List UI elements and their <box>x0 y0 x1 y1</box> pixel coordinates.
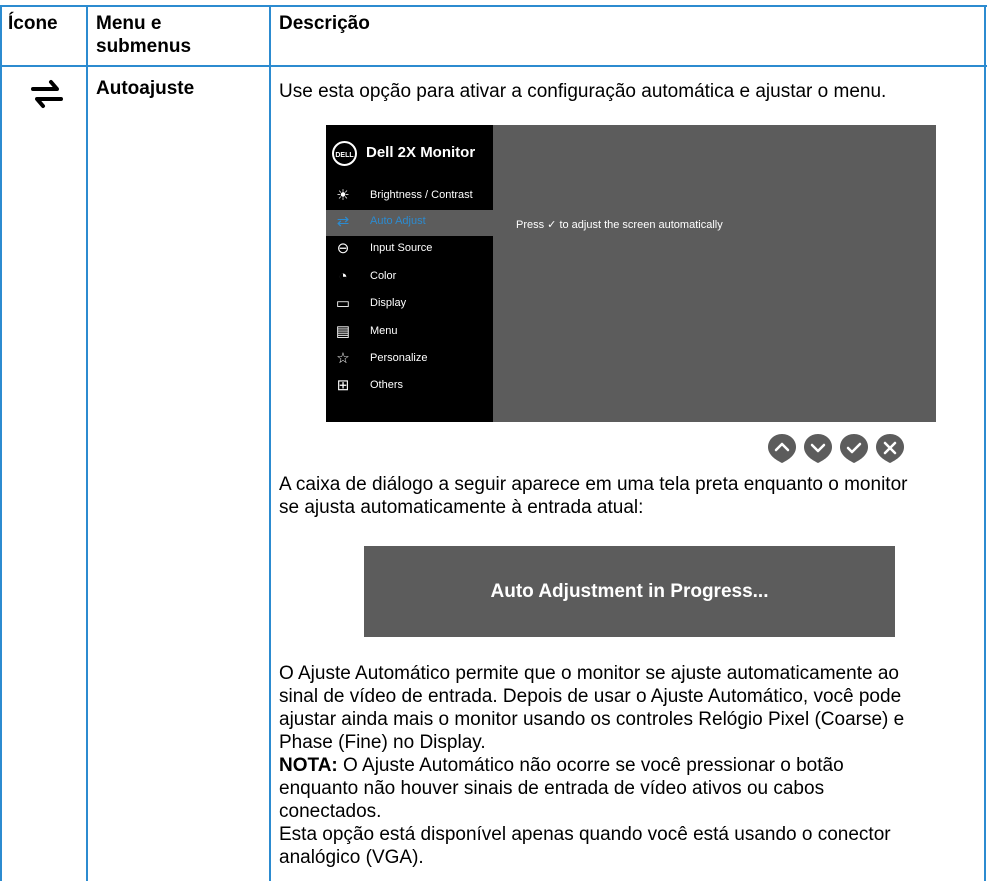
down-button-icon[interactable] <box>802 432 834 464</box>
paragraph-line: sinal de vídeo de entrada. Depois de usa… <box>279 686 902 707</box>
osd-item-label: Menu <box>370 325 398 337</box>
header-menu-line2: submenus <box>96 36 192 57</box>
display-icon: ▭ <box>335 295 351 312</box>
brightness-icon: ☀ <box>336 187 350 204</box>
auto-adjust-arrows-icon <box>31 80 63 108</box>
menu-icon: ▤ <box>335 323 351 340</box>
close-button-icon[interactable] <box>874 432 906 464</box>
color-icon: ◔ <box>338 268 348 285</box>
osd-message: Press ✓ to adjust the screen automatical… <box>516 219 723 231</box>
note-line: NOTA: O Ajuste Automático não ocorre se … <box>279 754 844 777</box>
osd-item-auto-adjust[interactable]: ⇄ Auto Adjust <box>326 210 493 236</box>
osd-item-brightness[interactable]: ☀ Brightness / Contrast <box>326 184 493 210</box>
paragraph-line: ajustar ainda mais o monitor usando os c… <box>279 709 905 730</box>
note-text: O Ajuste Automático não ocorre se você p… <box>337 755 844 776</box>
paragraph-line: analógico (VGA). <box>279 847 424 868</box>
header-bottom-border <box>0 65 987 67</box>
osd-item-input-source[interactable]: ⊖ Input Source <box>326 237 493 263</box>
header-icon: Ícone <box>8 13 58 34</box>
menu-label: Autoajuste <box>96 78 195 99</box>
osd-item-label: Input Source <box>370 242 433 254</box>
osd-item-personalize[interactable]: ☆ Personalize <box>326 347 493 373</box>
header-description: Descrição <box>279 13 370 34</box>
intro-text: Use esta opção para ativar a configuraçã… <box>279 81 887 102</box>
osd-item-label: Display <box>370 297 407 309</box>
paragraph-line: Phase (Fine) no Display. <box>279 732 486 753</box>
paragraph-line: O Ajuste Automático permite que o monito… <box>279 663 899 684</box>
osd-item-color[interactable]: ◔ Color <box>326 265 493 291</box>
col-border-right <box>984 5 986 881</box>
osd-item-label: Auto Adjust <box>370 215 426 227</box>
osd-item-others[interactable]: ⊞ Others <box>326 374 493 400</box>
dialog-text-line1: A caixa de diálogo a seguir aparece em u… <box>279 474 908 495</box>
osd-item-label: Color <box>370 270 397 282</box>
note-line: conectados. <box>279 801 382 822</box>
osd-item-label: Personalize <box>370 352 428 364</box>
osd-sidebar: DELL Dell 2X Monitor ☀ Brightness / Cont… <box>326 125 493 422</box>
col-border-1 <box>86 5 88 881</box>
osd-title: Dell 2X Monitor <box>366 144 476 161</box>
auto-adjust-icon: ⇄ <box>336 213 350 230</box>
note-label: NOTA: <box>279 755 338 776</box>
osd-item-display[interactable]: ▭ Display <box>326 292 493 318</box>
input-source-icon: ⊖ <box>336 240 350 257</box>
osd-item-label: Others <box>370 379 404 391</box>
paragraph-line: Esta opção está disponível apenas quando… <box>279 824 891 845</box>
others-icon: ⊞ <box>336 377 350 394</box>
col-border-left <box>0 5 2 881</box>
osd-item-menu[interactable]: ▤ Menu <box>326 320 493 346</box>
osd-screenshot: DELL Dell 2X Monitor ☀ Brightness / Cont… <box>326 125 936 422</box>
col-border-2 <box>269 5 271 881</box>
osd-item-label: Brightness / Contrast <box>370 189 473 201</box>
up-button-icon[interactable] <box>766 432 798 464</box>
dialog-text-line2: se ajusta automaticamente à entrada atua… <box>279 497 644 518</box>
check-button-icon[interactable] <box>838 432 870 464</box>
dell-logo: DELL <box>332 141 357 166</box>
note-line: enquanto não houver sinais de entrada de… <box>279 778 825 799</box>
auto-adjust-progress-dialog: Auto Adjustment in Progress... <box>364 546 895 637</box>
personalize-star-icon: ☆ <box>336 350 350 367</box>
menu-table: Ícone Menu e submenus Descrição Autoajus… <box>0 0 987 881</box>
table-top-border <box>0 5 987 7</box>
header-menu-line1: Menu e <box>96 13 162 34</box>
